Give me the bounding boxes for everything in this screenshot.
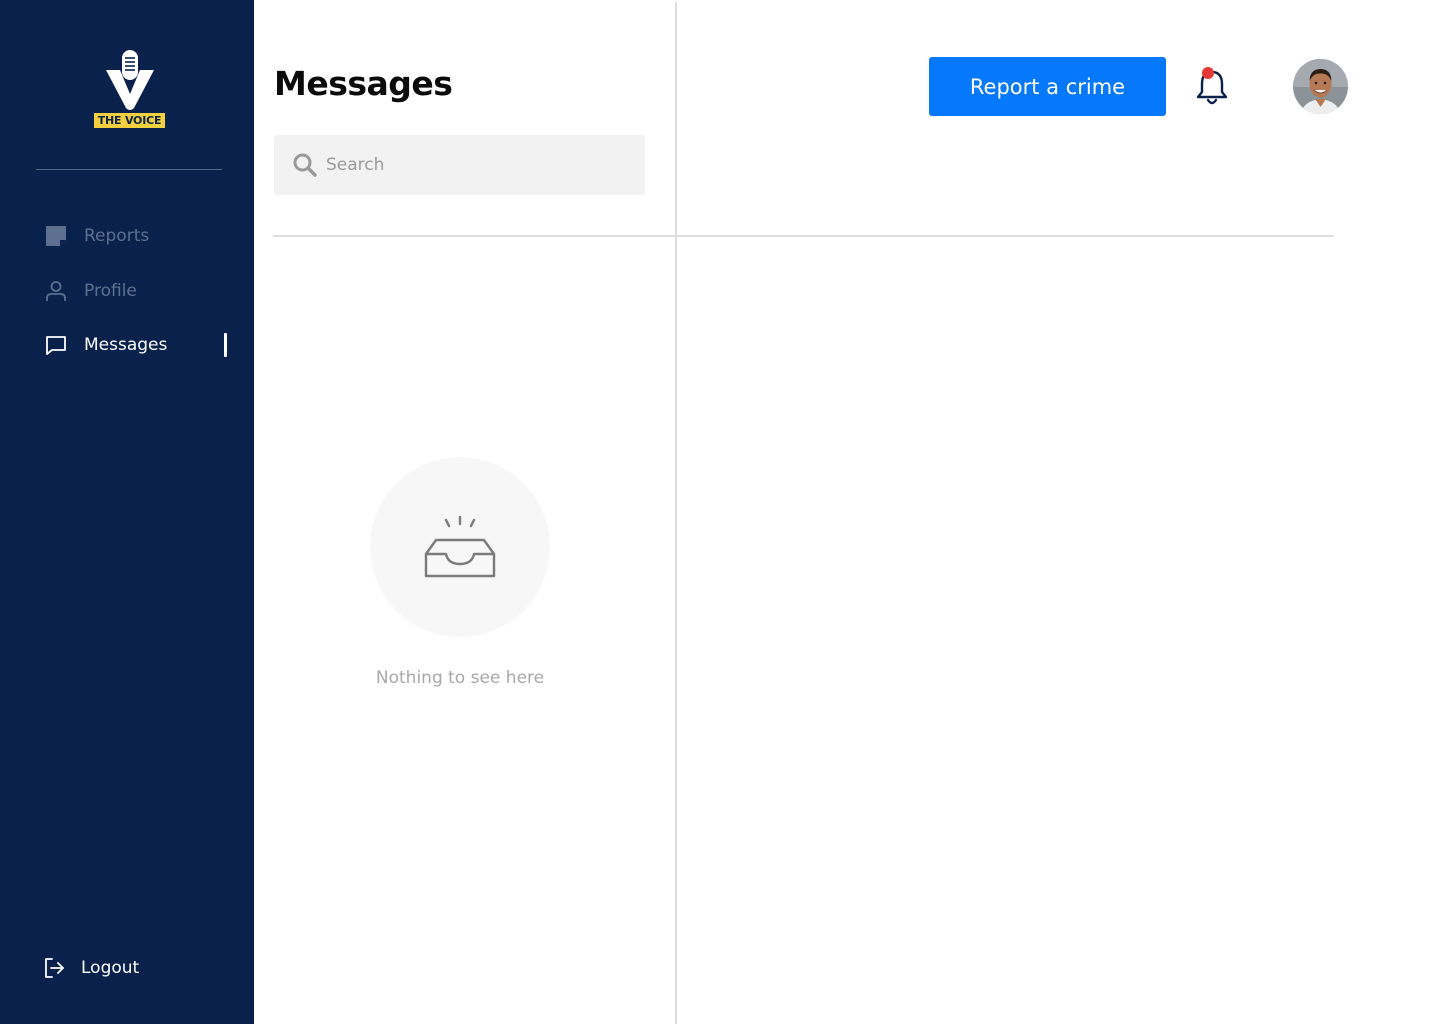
bell-icon xyxy=(1196,67,1228,105)
sidebar-item-messages[interactable]: Messages xyxy=(44,330,167,360)
chat-icon xyxy=(44,333,68,357)
sidebar-item-label: Reports xyxy=(84,226,150,246)
sidebar-item-label: Messages xyxy=(84,335,168,355)
logout-label: Logout xyxy=(81,958,140,978)
search-input[interactable] xyxy=(326,155,626,175)
sidebar-item-reports[interactable]: Reports xyxy=(44,221,149,251)
column-divider xyxy=(675,2,677,1024)
empty-inbox-icon xyxy=(424,515,496,578)
avatar[interactable] xyxy=(1293,59,1348,114)
report-crime-button[interactable]: Report a crime xyxy=(929,57,1166,116)
sidebar-divider xyxy=(36,169,222,170)
sidebar-item-profile[interactable]: Profile xyxy=(44,276,137,306)
microphone-logo-icon xyxy=(106,50,154,110)
page-title: Messages xyxy=(274,64,453,103)
sidebar: THE VOICE Reports Profile Messages Logou… xyxy=(0,0,254,1024)
note-icon xyxy=(44,224,68,248)
search-icon xyxy=(293,153,317,177)
header-divider xyxy=(273,235,1334,237)
logout-button[interactable]: Logout xyxy=(42,953,139,983)
sidebar-item-label: Profile xyxy=(84,281,137,301)
logout-icon xyxy=(42,956,66,980)
user-avatar-image xyxy=(1293,59,1348,114)
notification-dot xyxy=(1202,67,1214,79)
user-icon xyxy=(44,279,68,303)
notifications-button[interactable] xyxy=(1193,66,1231,108)
active-item-indicator xyxy=(224,333,227,357)
search-bar[interactable] xyxy=(274,135,645,195)
empty-state-message: Nothing to see here xyxy=(375,668,545,688)
brand-name: THE VOICE xyxy=(94,113,165,128)
brand-logo[interactable]: THE VOICE xyxy=(94,48,166,132)
